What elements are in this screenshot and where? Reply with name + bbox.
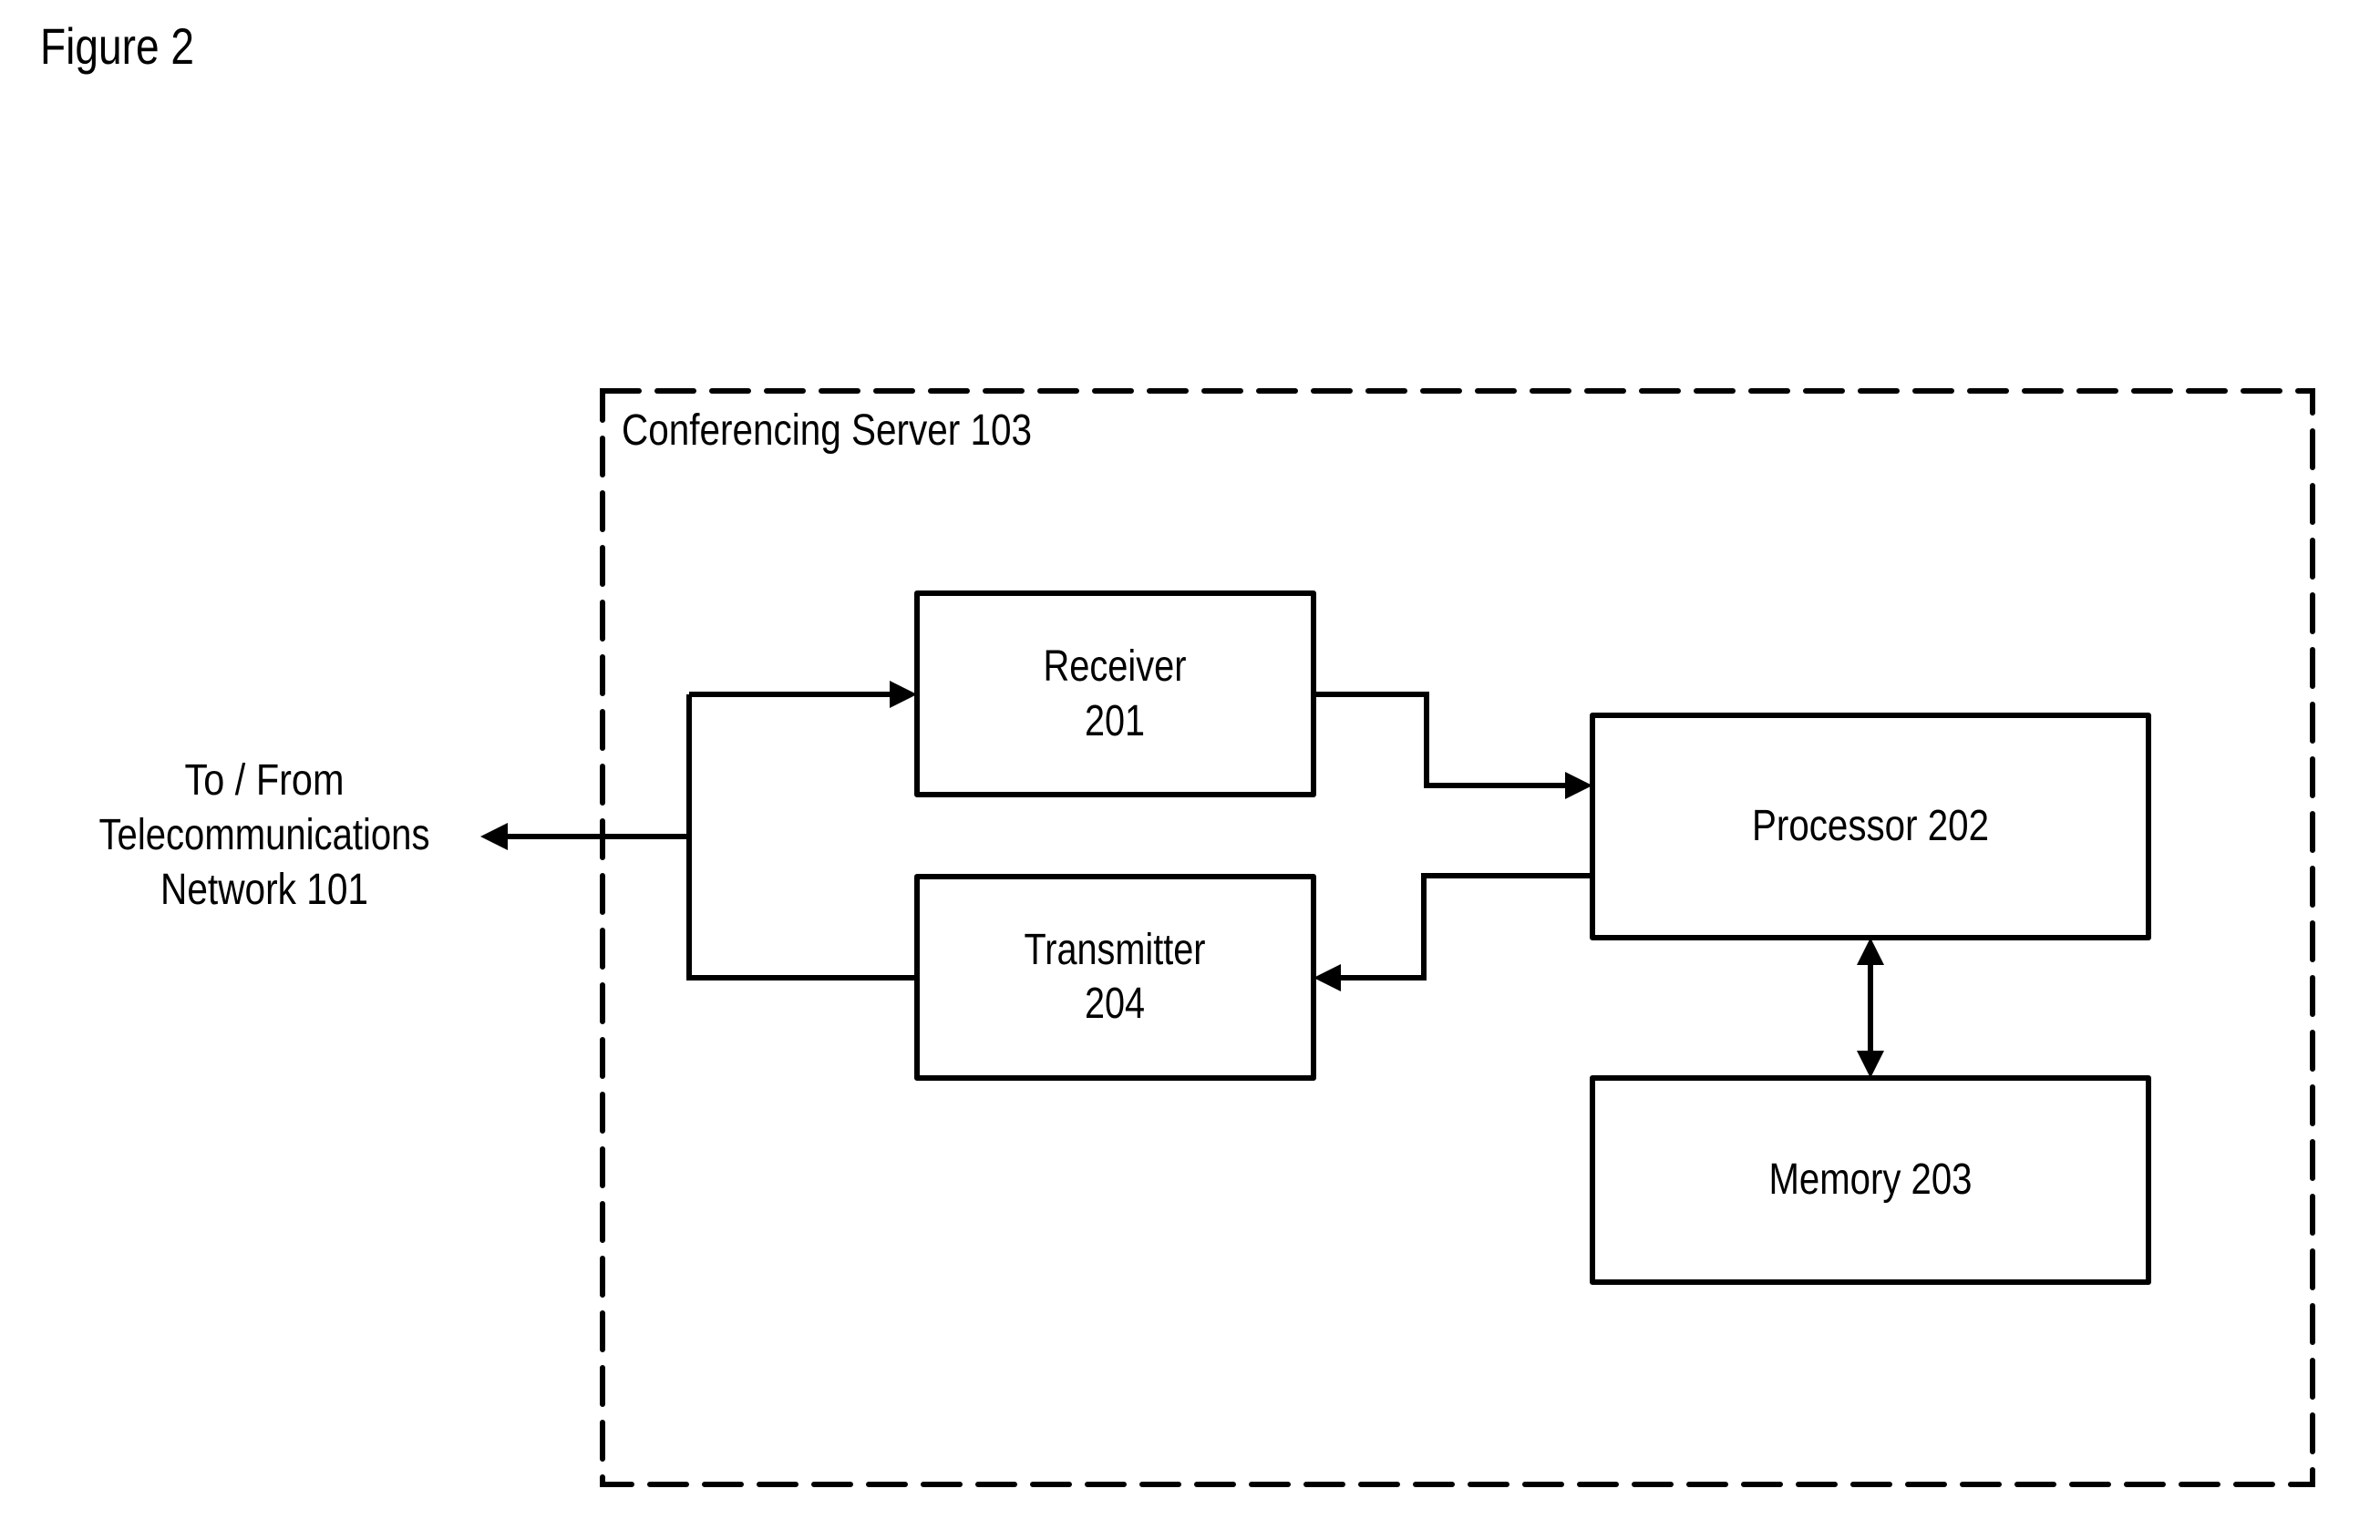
block-diagram: Figure 2 Conferencing Server 103 To / Fr…	[40, 17, 2315, 1487]
external-label-line-3: Network 101	[160, 866, 368, 914]
receiver-label: Receiver	[1044, 642, 1187, 691]
arrowhead-receiver-icon	[890, 681, 917, 708]
receiver-number: 201	[1085, 697, 1145, 745]
arrowhead-network-icon	[480, 823, 508, 850]
processor-label: Processor 202	[1752, 802, 1989, 850]
arrowhead-processor-icon	[1565, 772, 1592, 799]
transmitter-box	[914, 874, 1316, 1081]
arrowhead-down-icon	[1857, 1051, 1884, 1078]
transmitter-label: Transmitter	[1025, 926, 1206, 974]
transmitter-block: Transmitter 204	[914, 874, 1316, 1081]
memory-label: Memory 203	[1769, 1155, 1973, 1204]
receiver-block: Receiver 201	[914, 590, 1316, 797]
processor-block: Processor 202	[1590, 713, 2151, 940]
external-label-line-1: To / From	[185, 756, 345, 805]
receiver-box	[914, 590, 1316, 797]
external-label-line-2: Telecommunications	[99, 811, 430, 859]
bus-line	[686, 694, 917, 980]
transmitter-number: 204	[1085, 980, 1145, 1028]
arrowhead-up-icon	[1857, 938, 1884, 965]
conferencing-server-label: Conferencing Server 103	[622, 406, 1032, 455]
memory-block: Memory 203	[1590, 1075, 2151, 1285]
external-network-label: To / From Telecommunications Network 101	[99, 756, 430, 914]
arrowhead-transmitter-icon	[1314, 964, 1341, 991]
wire-processor-to-transmitter	[1328, 873, 1592, 980]
figure-title: Figure 2	[40, 17, 194, 75]
wire-receiver-to-processor	[1314, 692, 1578, 788]
